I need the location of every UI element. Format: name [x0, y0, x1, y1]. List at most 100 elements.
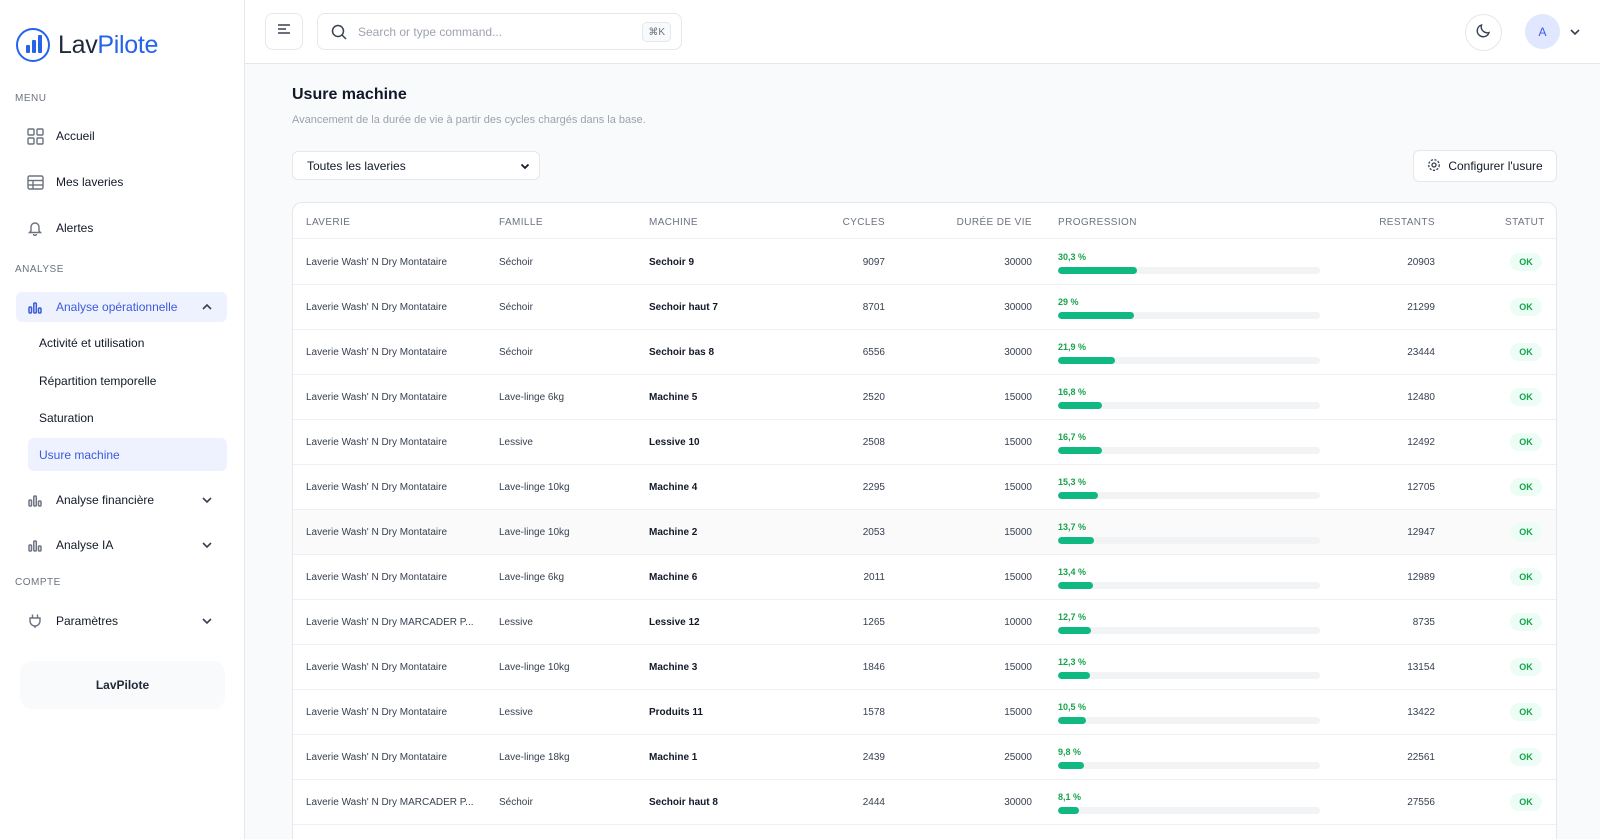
- progress-fill: [1058, 267, 1138, 274]
- cell-cycles: 1265: [862, 617, 885, 628]
- col-statut[interactable]: STATUT: [1505, 217, 1545, 228]
- progress-bar: [1058, 312, 1320, 319]
- progress-bar: [1058, 627, 1320, 634]
- cell-cycles: 2053: [862, 527, 885, 538]
- col-progression[interactable]: PROGRESSION: [1058, 217, 1137, 228]
- bell-icon: [26, 219, 44, 237]
- progress-bar: [1058, 672, 1320, 679]
- table-row[interactable]: Laverie Wash' N Dry Montataire Séchoir Sec…: [293, 330, 1556, 375]
- col-laverie[interactable]: LAVERIE: [306, 217, 350, 228]
- cell-restants: 12989: [1407, 572, 1435, 583]
- cell-duree: 30000: [1004, 257, 1032, 268]
- search-input[interactable]: [358, 24, 618, 39]
- sidebar-item-parametres[interactable]: Paramètres: [16, 606, 227, 636]
- wear-table: LAVERIE FAMILLE MACHINE CYCLES DURÉE DE …: [292, 202, 1557, 839]
- cell-machine: Machine 4: [649, 482, 698, 493]
- cell-laverie: Laverie Wash' N Dry Montataire: [306, 572, 448, 583]
- sidebar-subitem-repartition[interactable]: Répartition temporelle: [28, 364, 227, 397]
- cell-laverie: Laverie Wash' N Dry Montataire: [306, 752, 448, 763]
- table-row[interactable]: Laverie Wash' N Dry MARCADER P... Lessive…: [293, 600, 1556, 645]
- progress-fill: [1058, 807, 1080, 814]
- user-avatar[interactable]: A: [1525, 14, 1560, 49]
- table-row[interactable]: Laverie Wash' N Dry Montataire Lave-linge…: [293, 735, 1556, 780]
- table-row[interactable]: Laverie Wash' N Dry Montataire Lessive Les…: [293, 420, 1556, 465]
- sidebar-item-alertes[interactable]: Alertes: [16, 213, 227, 243]
- status-badge: OK: [1510, 523, 1542, 541]
- cell-cycles: 2508: [862, 437, 885, 448]
- cell-famille: Lessive: [499, 707, 533, 718]
- search-shortcut-badge: ⌘K: [642, 22, 671, 42]
- cell-laverie: Laverie Wash' N Dry Montataire: [306, 437, 448, 448]
- logo[interactable]: LavPilote: [16, 27, 158, 63]
- table-row[interactable]: Laverie Wash' N Dry Montataire Lessive Pro…: [293, 690, 1556, 735]
- settings-icon: [1427, 158, 1441, 175]
- progress-bar: [1058, 762, 1320, 769]
- table-row[interactable]: Laverie Wash' N Dry Montataire Lave-linge…: [293, 555, 1556, 600]
- theme-toggle-button[interactable]: [1465, 14, 1502, 51]
- col-machine[interactable]: MACHINE: [649, 217, 698, 228]
- cell-machine: Sechoir bas 8: [649, 347, 715, 358]
- sidebar-subitem-usure-machine[interactable]: Usure machine: [28, 438, 227, 471]
- status-badge: OK: [1510, 703, 1542, 721]
- sidebar-item-mes-laveries[interactable]: Mes laveries: [16, 167, 227, 197]
- col-duree[interactable]: DURÉE DE VIE: [913, 217, 1032, 228]
- status-badge: OK: [1510, 388, 1542, 406]
- cell-famille: Séchoir: [499, 797, 533, 808]
- table-row[interactable]: Laverie Wash' N Dry Montataire Séchoir Sec…: [293, 240, 1556, 285]
- sidebar-item-analyse-ia[interactable]: Analyse IA: [16, 530, 227, 560]
- progress-fill: [1058, 627, 1092, 634]
- cell-machine: Lessive 12: [649, 617, 700, 628]
- cell-laverie: Laverie Wash' N Dry Montataire: [306, 662, 448, 673]
- toggle-sidebar-button[interactable]: [265, 13, 303, 50]
- table-row[interactable]: Laverie Wash' N Dry Montataire Lave-linge…: [293, 510, 1556, 555]
- sidebar-item-accueil[interactable]: Accueil: [16, 121, 227, 151]
- table-row[interactable]: Laverie Wash' N Dry Montataire Lave-linge…: [293, 375, 1556, 420]
- col-restants[interactable]: RESTANTS: [1333, 217, 1435, 228]
- table-row[interactable]: Laverie Wash' N Dry Montataire Séchoir Sec…: [293, 285, 1556, 330]
- sidebar-subitem-activite[interactable]: Activité et utilisation: [28, 326, 227, 359]
- cell-famille: Séchoir: [499, 302, 533, 313]
- sidebar-item-label: Alertes: [56, 221, 94, 235]
- cell-famille: Lave-linge 10kg: [499, 482, 570, 493]
- table-row[interactable]: Laverie Wash' N Dry Montataire Lave-linge…: [293, 645, 1556, 690]
- col-cycles[interactable]: CYCLES: [803, 217, 885, 228]
- cell-restants: 12492: [1407, 437, 1435, 448]
- cell-restants: 13422: [1407, 707, 1435, 718]
- progress-fill: [1058, 672, 1091, 679]
- progress-bar: [1058, 447, 1320, 454]
- sidebar-subitem-saturation[interactable]: Saturation: [28, 401, 227, 434]
- cell-duree: 10000: [1004, 617, 1032, 628]
- cell-machine: Machine 5: [649, 392, 698, 403]
- progress-bar: [1058, 537, 1320, 544]
- laverie-filter-select[interactable]: Toutes les laveries: [292, 151, 540, 180]
- progress-percent: 16,8 %: [1058, 387, 1087, 397]
- configure-wear-button[interactable]: Configurer l'usure: [1413, 150, 1557, 182]
- table-row[interactable]: Laverie Wash' N Dry Montataire Lave-linge…: [293, 465, 1556, 510]
- sidebar-item-label: Analyse IA: [56, 538, 114, 552]
- cell-laverie: Laverie Wash' N Dry Montataire: [306, 707, 448, 718]
- table-row[interactable]: Laverie Wash' N Dry MARCADER P... Séchoir…: [293, 780, 1556, 825]
- col-famille[interactable]: FAMILLE: [499, 217, 543, 228]
- chevron-down-icon: [199, 613, 215, 629]
- configure-wear-label: Configurer l'usure: [1448, 159, 1543, 173]
- cell-famille: Séchoir: [499, 347, 533, 358]
- chevron-down-icon[interactable]: [1567, 24, 1583, 40]
- cell-restants: 22561: [1407, 752, 1435, 763]
- progress-percent: 12,3 %: [1058, 657, 1087, 667]
- cell-famille: Lave-linge 10kg: [499, 662, 570, 673]
- cell-duree: 15000: [1004, 572, 1032, 583]
- sidebar-item-label: Analyse opérationnelle: [56, 300, 178, 314]
- sidebar-item-analyse-financiere[interactable]: Analyse financière: [16, 485, 227, 515]
- cell-machine: Sechoir 9: [649, 257, 695, 268]
- cell-laverie: Laverie Wash' N Dry Montataire: [306, 257, 448, 268]
- sidebar-item-analyse-operationnelle[interactable]: Analyse opérationnelle: [16, 292, 227, 322]
- progress-fill: [1058, 762, 1084, 769]
- cell-restants: 27556: [1407, 797, 1435, 808]
- progress-bar: [1058, 492, 1320, 499]
- progress-bar: [1058, 267, 1320, 274]
- progress-fill: [1058, 582, 1094, 589]
- cell-cycles: 2520: [862, 392, 885, 403]
- cell-laverie: Laverie Wash' N Dry Montataire: [306, 347, 448, 358]
- progress-percent: 29 %: [1058, 297, 1079, 307]
- progress-percent: 21,9 %: [1058, 342, 1087, 352]
